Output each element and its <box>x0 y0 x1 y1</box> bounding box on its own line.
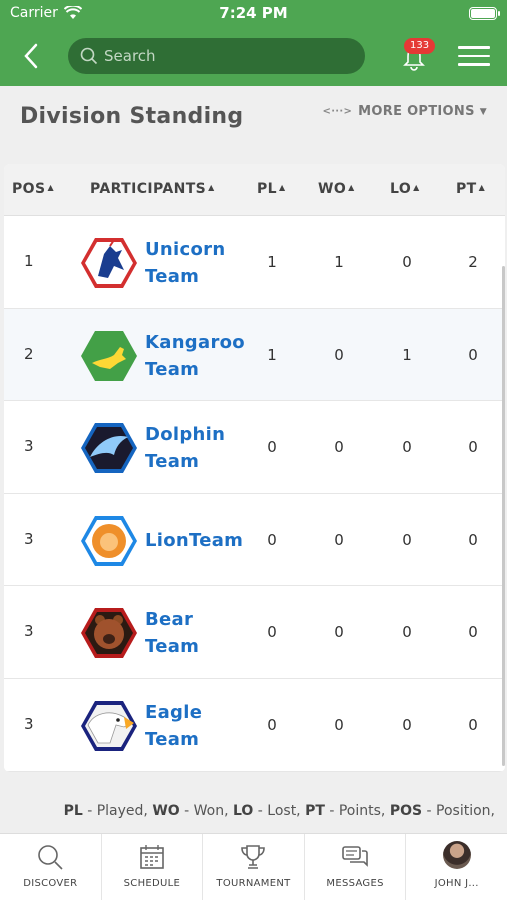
sort-arrow-icon: ▲ <box>208 183 215 192</box>
search-icon <box>38 845 63 870</box>
position-cell: 1 <box>24 252 34 270</box>
table-row[interactable]: 3 LionTeam 0 0 0 0 <box>4 493 505 587</box>
tab-schedule[interactable]: SCHEDULE <box>102 834 204 900</box>
more-options-label: MORE OPTIONS <box>358 104 475 119</box>
table-row[interactable]: 3 Eagle Team 0 0 0 0 <box>4 678 505 772</box>
points-cell: 0 <box>468 715 478 734</box>
column-header-pos[interactable]: POS ▲ <box>12 181 54 197</box>
lion-logo <box>81 515 137 566</box>
lost-cell: 0 <box>402 623 412 642</box>
won-cell: 0 <box>334 715 344 734</box>
bottom-tab-bar: DISCOVER SCHEDULE TOURNAMENT MESSAGES JO… <box>0 833 507 900</box>
sort-arrow-icon: ▲ <box>413 183 420 192</box>
played-cell: 0 <box>267 438 277 457</box>
points-cell: 0 <box>468 623 478 642</box>
column-header-wo[interactable]: WO ▲ <box>318 181 355 197</box>
tab-messages[interactable]: MESSAGES <box>305 834 407 900</box>
page-title: Division Standing <box>20 104 244 129</box>
status-bar: Carrier 7:24 PM <box>0 0 507 28</box>
played-cell: 1 <box>267 253 277 271</box>
points-cell: 0 <box>468 345 478 364</box>
tab-tournament[interactable]: TOURNAMENT <box>203 834 305 900</box>
sort-arrow-icon: ▲ <box>278 183 286 192</box>
won-cell: 0 <box>334 438 344 457</box>
won-cell: 0 <box>334 530 344 549</box>
team-name-link[interactable]: Bear Team <box>145 606 199 660</box>
tab-profile[interactable]: JOHN J... <box>406 834 507 900</box>
caret-down-icon: ▼ <box>479 106 487 117</box>
tab-label: TOURNAMENT <box>216 878 291 889</box>
chat-icon <box>342 846 368 867</box>
nav-bar: 133 <box>0 28 507 86</box>
table-header: POS ▲ PARTICIPANTS ▲ PL ▲ WO ▲ LO ▲ PT ▲ <box>4 164 505 216</box>
table-row[interactable]: 3 Dolphin Team 0 0 0 0 <box>4 401 505 494</box>
more-options-button[interactable]: <···> MORE OPTIONS ▼ <box>323 104 487 119</box>
won-cell: 1 <box>334 253 344 271</box>
column-header-lo[interactable]: LO ▲ <box>390 181 420 197</box>
won-cell: 0 <box>334 345 344 364</box>
code-dots-icon: <···> <box>322 106 353 117</box>
won-cell: 0 <box>334 623 344 642</box>
position-cell: 3 <box>24 529 34 548</box>
team-name-link[interactable]: Dolphin Team <box>145 421 225 475</box>
lost-cell: 0 <box>402 530 412 549</box>
sort-arrow-icon: ▲ <box>478 183 486 192</box>
position-cell: 3 <box>24 437 34 456</box>
points-cell: 0 <box>468 530 478 549</box>
unicorn-logo <box>81 238 137 288</box>
team-name-link[interactable]: Eagle Team <box>145 699 202 753</box>
played-cell: 1 <box>267 345 277 364</box>
column-header-pt[interactable]: PT ▲ <box>456 181 485 197</box>
notification-badge: 133 <box>404 38 436 54</box>
column-header-pl[interactable]: PL ▲ <box>257 181 286 197</box>
search-bar[interactable] <box>68 38 365 74</box>
scrollbar[interactable] <box>502 266 505 766</box>
sort-arrow-icon: ▲ <box>348 183 355 192</box>
hamburger-menu-icon[interactable] <box>458 46 490 68</box>
tab-label: JOHN J... <box>434 878 479 889</box>
lost-cell: 0 <box>402 253 412 271</box>
sort-arrow-icon: ▲ <box>47 183 55 192</box>
back-arrow-icon[interactable] <box>18 40 46 72</box>
tab-label: SCHEDULE <box>123 878 181 889</box>
lost-cell: 0 <box>402 715 412 734</box>
search-icon <box>80 47 98 65</box>
position-cell: 3 <box>24 622 34 641</box>
battery-icon <box>469 7 500 20</box>
points-cell: 0 <box>468 438 478 457</box>
dolphin-logo <box>81 423 137 474</box>
search-input[interactable] <box>104 47 344 65</box>
played-cell: 0 <box>267 530 277 549</box>
bear-logo <box>81 608 137 659</box>
tab-discover[interactable]: DISCOVER <box>0 834 102 900</box>
position-cell: 2 <box>24 344 34 363</box>
tab-label: MESSAGES <box>326 878 384 889</box>
tab-label: DISCOVER <box>23 878 78 889</box>
position-cell: 3 <box>24 714 34 733</box>
avatar <box>442 841 471 869</box>
team-name-link[interactable]: LionTeam <box>145 527 243 554</box>
played-cell: 0 <box>267 623 277 642</box>
clock: 7:24 PM <box>219 4 288 22</box>
table-row[interactable]: 2 Kangaroo Team 1 0 1 0 <box>4 308 505 402</box>
trophy-icon <box>241 845 266 869</box>
calendar-icon <box>140 845 164 869</box>
table-row[interactable]: 3 Bear Team 0 0 0 0 <box>4 586 505 679</box>
lost-cell: 0 <box>402 438 412 457</box>
table-row[interactable]: 1 Unicorn Team 1 1 0 2 <box>4 216 505 309</box>
kangaroo-logo <box>81 330 137 381</box>
abbreviation-legend: PL - Played, WO - Won, LO - Lost, PT - P… <box>63 803 495 819</box>
eagle-logo <box>81 700 137 751</box>
points-cell: 2 <box>468 253 478 271</box>
column-header-participants[interactable]: PARTICIPANTS ▲ <box>90 181 215 197</box>
standings-table: POS ▲ PARTICIPANTS ▲ PL ▲ WO ▲ LO ▲ PT ▲ 1 Uni… <box>4 164 505 772</box>
team-name-link[interactable]: Unicorn Team <box>145 236 225 290</box>
played-cell: 0 <box>267 715 277 734</box>
team-name-link[interactable]: Kangaroo Team <box>145 329 245 383</box>
lost-cell: 1 <box>402 345 412 364</box>
